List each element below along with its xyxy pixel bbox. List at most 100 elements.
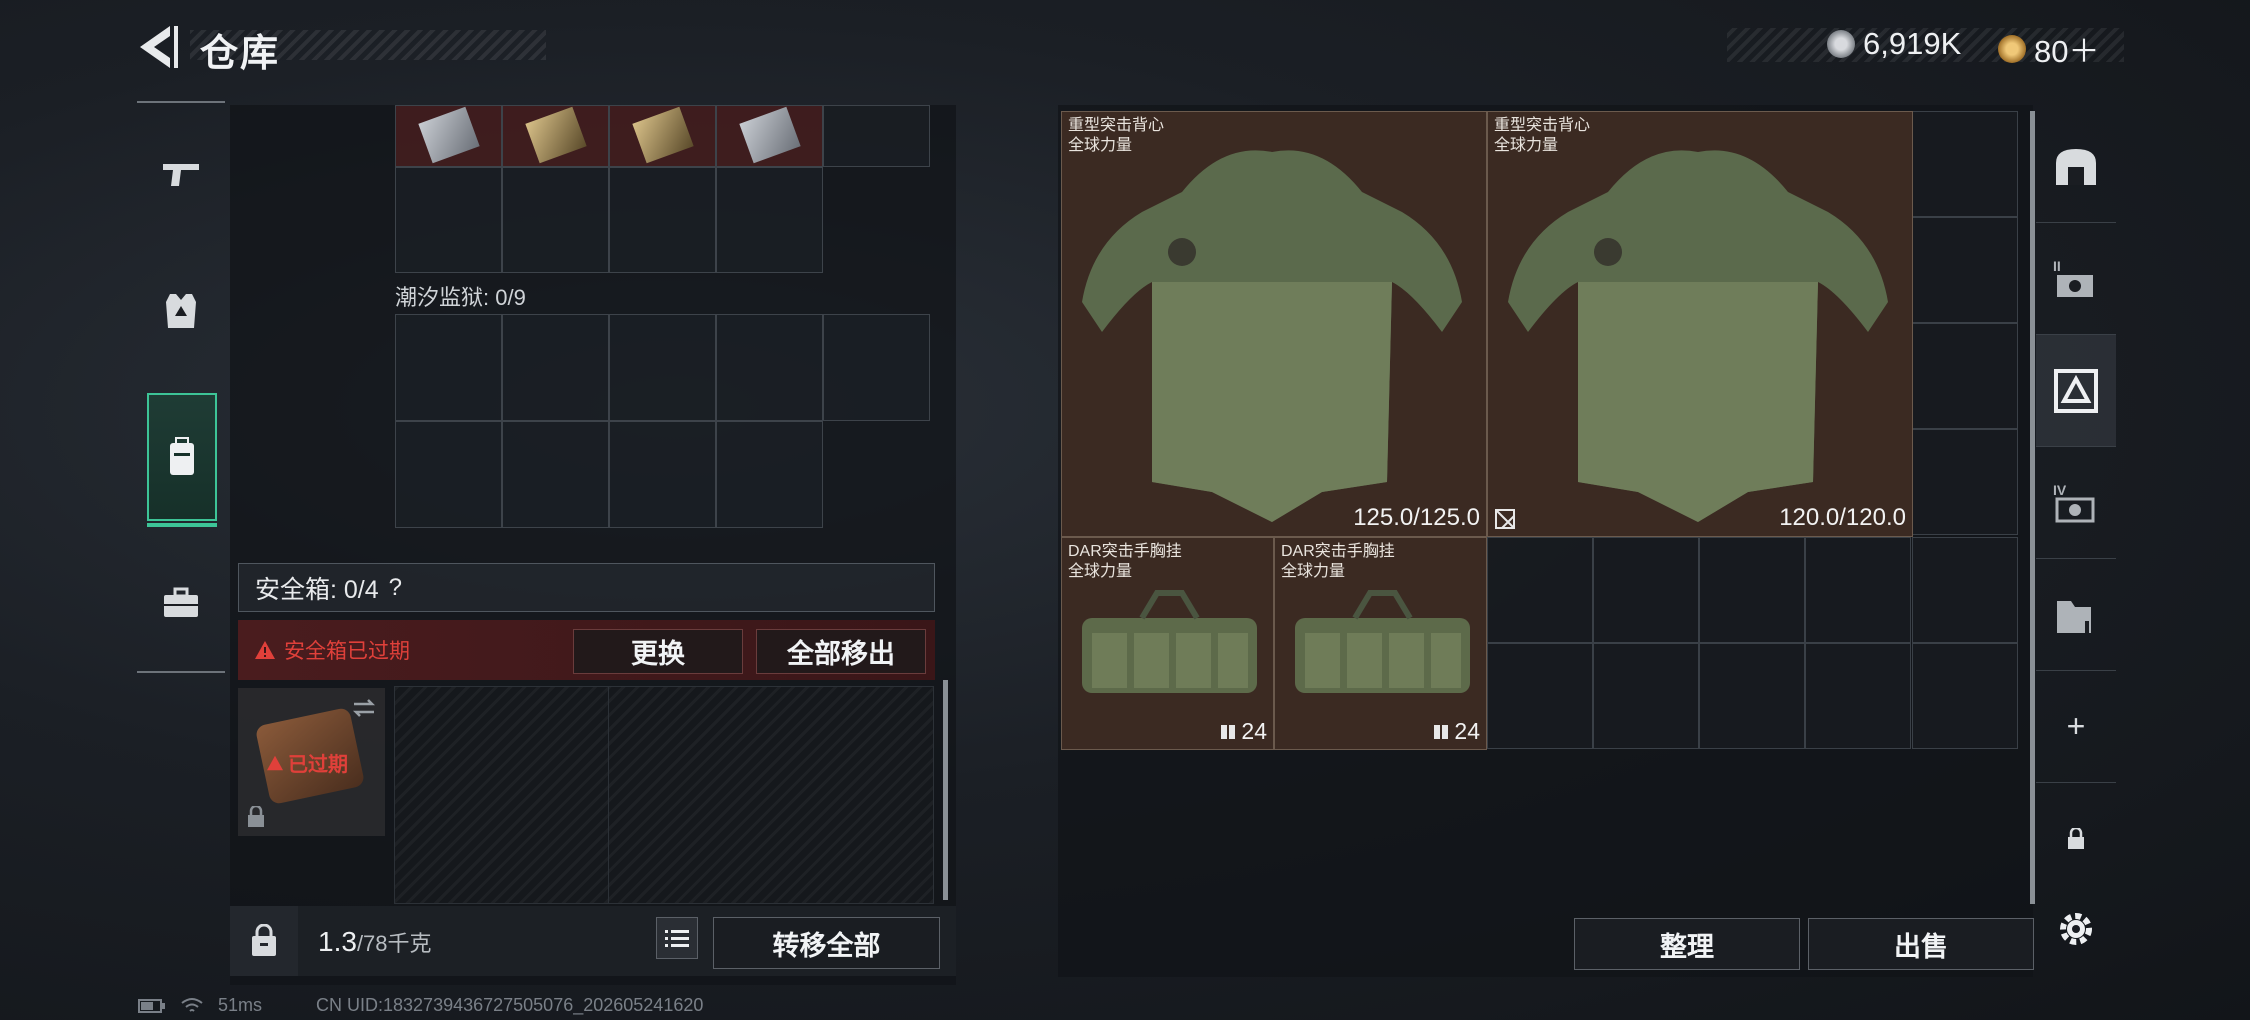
grid-slot-item[interactable] <box>395 105 502 167</box>
grid-slot-item[interactable] <box>502 105 609 167</box>
chest-rig-image <box>1082 590 1257 693</box>
stash-item-rig[interactable]: DAR突击手胸挂 全球力量 24 <box>1274 537 1487 750</box>
stash-page-2[interactable]: II <box>2036 223 2116 335</box>
stash-slot[interactable] <box>1699 643 1805 749</box>
stash-slot[interactable] <box>1912 111 2018 217</box>
stash-item-vest[interactable]: 重型突击背心 全球力量 120.0/120.0 <box>1487 111 1913 537</box>
stash-slot[interactable] <box>1912 429 2018 535</box>
stash-slot[interactable] <box>1912 537 2018 643</box>
help-icon[interactable]: ? <box>389 574 402 602</box>
left-scrollbar[interactable] <box>943 680 948 900</box>
stash-slot[interactable] <box>1487 537 1593 643</box>
stash-page-3[interactable] <box>2036 335 2116 447</box>
stash-slot[interactable] <box>1912 323 2018 429</box>
grid-slot[interactable] <box>395 421 502 528</box>
stash-slot[interactable] <box>1593 537 1699 643</box>
list-view-button[interactable] <box>656 917 698 959</box>
backpack-grid <box>395 105 930 275</box>
grid-slot[interactable] <box>823 314 930 421</box>
gear-icon <box>2060 913 2092 945</box>
grid-slot-item[interactable] <box>716 105 823 167</box>
status-bar: 51ms CN UID:1832739436727505076_20260524… <box>138 995 703 1016</box>
sell-button[interactable]: 出售 <box>1808 918 2034 970</box>
item-card-icon <box>632 106 694 164</box>
stash-slot[interactable] <box>1805 537 1911 643</box>
weight-max: /78千克 <box>356 931 432 956</box>
silver-currency[interactable]: 6,919K <box>1827 26 1961 62</box>
grid-slot[interactable] <box>395 167 502 273</box>
item-name: DAR突击手胸挂 全球力量 <box>1068 543 1182 580</box>
tab-case[interactable] <box>137 535 225 671</box>
stash-slot[interactable] <box>1699 537 1805 643</box>
replace-button[interactable]: 更换 <box>573 629 743 674</box>
settings-button[interactable] <box>2036 873 2116 985</box>
grid-slot[interactable] <box>716 314 823 421</box>
tab-weapon[interactable] <box>137 107 225 243</box>
weight-readout: 1.3/78千克 <box>318 926 432 958</box>
grid-slot[interactable] <box>716 167 823 273</box>
grid-slot[interactable] <box>502 421 609 528</box>
stash-page-5[interactable] <box>2036 559 2116 671</box>
wifi-icon <box>181 997 203 1012</box>
item-card-icon <box>739 106 801 164</box>
silver-amount: 6,919K <box>1863 26 1962 61</box>
pistol-icon <box>163 164 199 186</box>
safe-case-slots[interactable] <box>394 686 934 904</box>
item-durability: 120.0/120.0 <box>1779 504 1906 531</box>
stash-page-4-icon: IV <box>2053 482 2095 522</box>
stash-slot[interactable] <box>1487 643 1593 749</box>
briefcase-icon <box>164 587 198 617</box>
stash-page-4[interactable]: IV <box>2036 447 2116 559</box>
section-label: 潮汐监狱: 0/9 <box>395 285 526 310</box>
grid-slot[interactable] <box>609 314 716 421</box>
backpack-icon <box>170 437 194 475</box>
stash-slot[interactable] <box>1593 643 1699 749</box>
remove-all-button[interactable]: 全部移出 <box>756 629 926 674</box>
transfer-all-button[interactable]: 转移全部 <box>713 917 940 969</box>
lock-icon <box>248 806 264 827</box>
gold-coin-icon <box>1998 34 2026 63</box>
add-page-button[interactable]: + <box>2036 671 2116 783</box>
insured-icon <box>1495 509 1515 529</box>
weight-lock-button[interactable] <box>230 906 298 976</box>
organize-button[interactable]: 整理 <box>1574 918 1800 970</box>
chest-rig-image <box>1295 590 1470 693</box>
item-card-icon <box>525 106 587 164</box>
tab-armor[interactable] <box>137 243 225 379</box>
grid-slot[interactable] <box>502 167 609 273</box>
stash-grid: 重型突击背心 全球力量 125.0/125.0 重型突击背心 全球力量 120.0/… <box>1061 111 2021 751</box>
tide-prison-grid <box>395 314 930 528</box>
tab-backpack[interactable] <box>147 393 217 527</box>
slot-divider <box>608 687 609 903</box>
grid-slot[interactable] <box>609 167 716 273</box>
gold-amount: 80＋ <box>2034 34 2100 69</box>
vest-image <box>1082 150 1462 522</box>
item-name: 重型突击背心 全球力量 <box>1068 117 1165 154</box>
grid-slot[interactable] <box>823 105 930 167</box>
list-icon <box>665 930 689 947</box>
gold-currency[interactable]: 80＋ <box>1998 26 2099 71</box>
stash-slot[interactable] <box>1912 217 2018 323</box>
grid-slot-item[interactable] <box>609 105 716 167</box>
stash-item-rig[interactable]: DAR突击手胸挂 全球力量 24 <box>1061 537 1274 750</box>
stash-slot[interactable] <box>1912 643 2018 749</box>
grid-slot[interactable] <box>716 421 823 528</box>
stash-scrollbar[interactable] <box>2030 111 2035 904</box>
swap-icon[interactable] <box>350 696 378 720</box>
safe-case-slot[interactable]: 已过期 <box>238 688 385 836</box>
stash-page-3-icon <box>2054 368 2098 413</box>
item-name: 重型突击背心 全球力量 <box>1494 117 1591 154</box>
page-title: 仓库 <box>200 33 281 75</box>
back-arrow-icon[interactable] <box>136 20 180 74</box>
stash-item-vest[interactable]: 重型突击背心 全球力量 125.0/125.0 <box>1061 111 1487 537</box>
ping-readout: 51ms <box>218 995 263 1015</box>
expired-warning-text: 安全箱已过期 <box>284 640 410 663</box>
grid-slot[interactable] <box>395 314 502 421</box>
stash-page-home[interactable] <box>2036 111 2116 223</box>
grid-slot[interactable] <box>502 314 609 421</box>
stash-slot[interactable] <box>1805 643 1911 749</box>
grid-slot[interactable] <box>609 421 716 528</box>
silver-coin-icon <box>1827 30 1855 58</box>
item-name: DAR突击手胸挂 全球力量 <box>1281 543 1395 580</box>
capacity-icon <box>1221 724 1236 739</box>
